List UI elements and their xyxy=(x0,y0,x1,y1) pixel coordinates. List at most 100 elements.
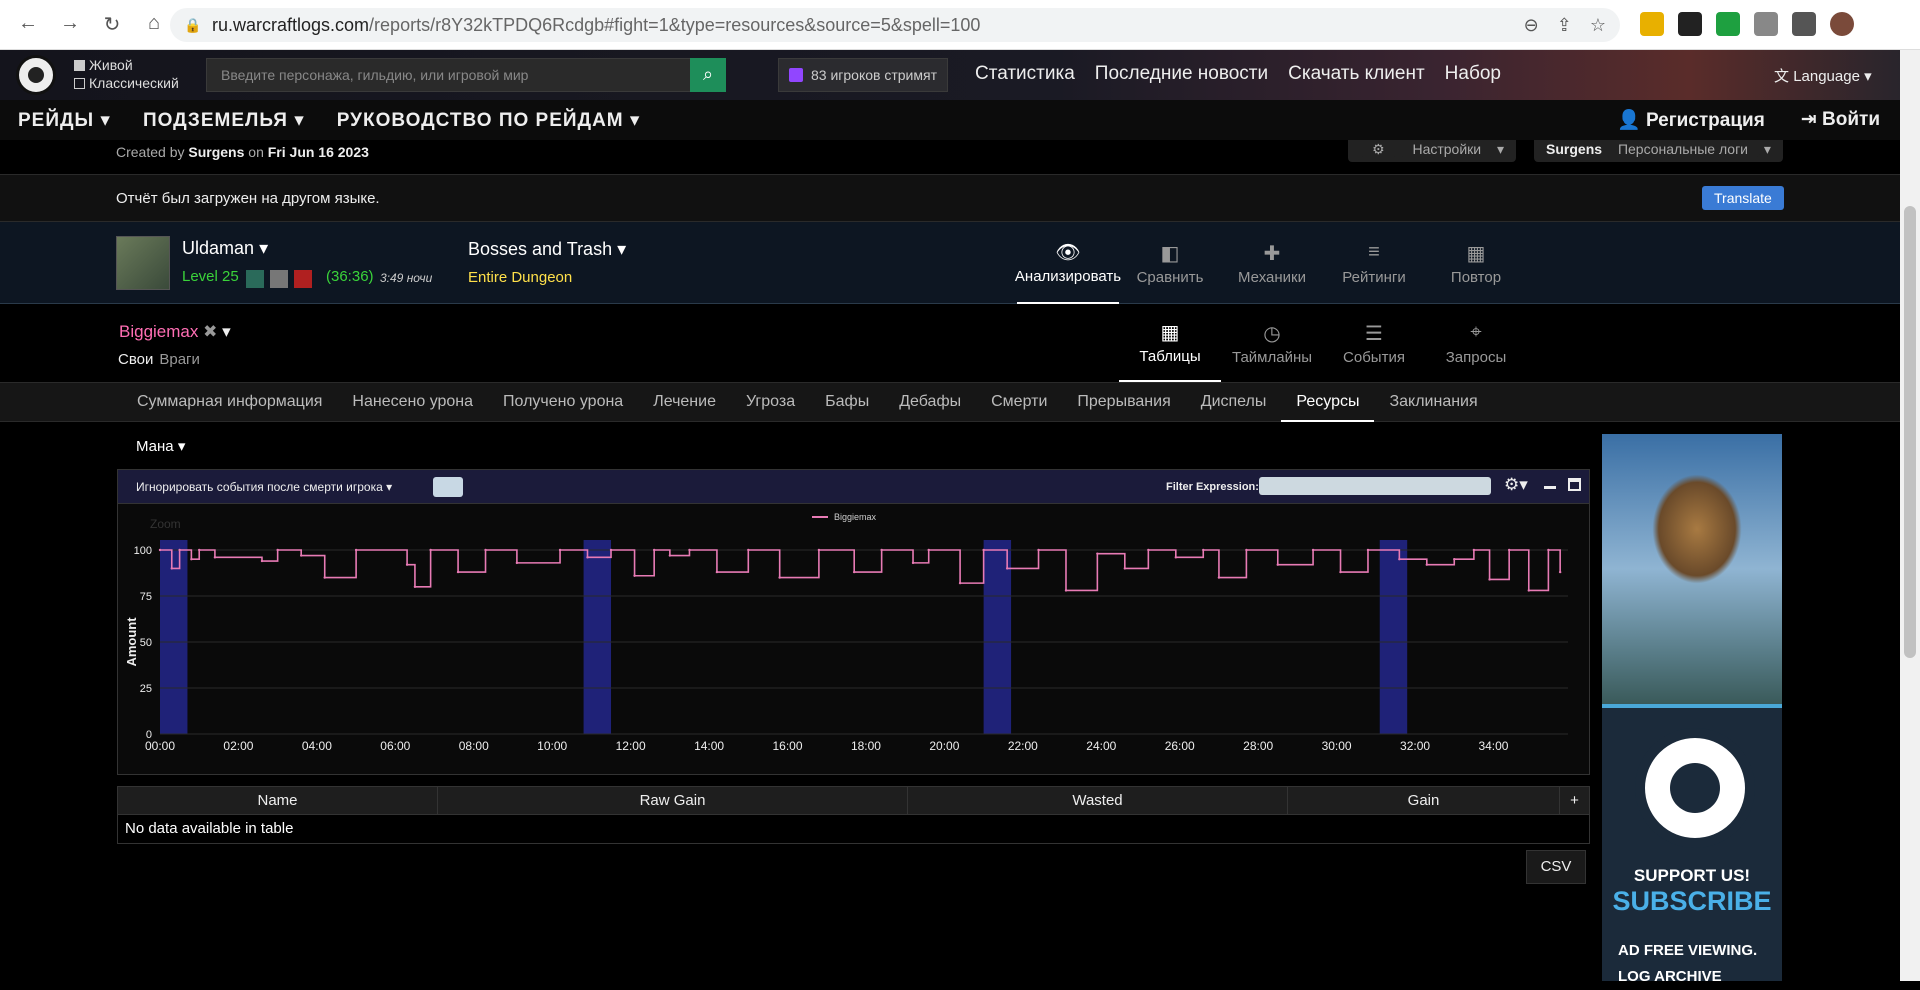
twitch-icon xyxy=(789,68,803,82)
notice-text: Отчёт был загружен на другом языке. xyxy=(116,190,380,207)
data-point xyxy=(1398,558,1401,561)
maximize-icon[interactable] xyxy=(1568,478,1581,491)
mode-classic-option[interactable]: Классический xyxy=(74,74,179,92)
data-point xyxy=(982,548,985,552)
subtab-buffs[interactable]: Бафы xyxy=(810,382,884,422)
ad-banner[interactable]: SUPPORT US! SUBSCRIBE AD FREE VIEWING. LO… xyxy=(1602,434,1782,985)
affix-icon[interactable] xyxy=(294,270,312,288)
mana-line-chart[interactable]: 025507510000:00 02:00 04:00 06:00 08:00 10:00… xyxy=(118,504,1589,774)
subtab-threat[interactable]: Угроза xyxy=(731,382,810,422)
enemies-option[interactable]: Враги xyxy=(159,351,200,368)
gear-icon[interactable]: ⚙▾ xyxy=(1504,475,1528,495)
table-header: Name Raw Gain Wasted Gain + xyxy=(118,787,1589,815)
forward-icon[interactable]: → xyxy=(56,12,84,37)
tab-events[interactable]: ☰ События xyxy=(1323,304,1425,382)
search-input[interactable]: Введите персонажа, гильдию, или игровой … xyxy=(206,58,726,92)
home-icon[interactable]: ⌂ xyxy=(140,12,168,37)
time-of-day: 3:49 ночи xyxy=(380,271,433,285)
col-name[interactable]: Name xyxy=(118,787,438,814)
col-gain[interactable]: Gain xyxy=(1288,787,1560,814)
extensions-puzzle-icon[interactable] xyxy=(1754,12,1778,36)
warcraftlogs-logo[interactable] xyxy=(16,55,56,95)
streams-button[interactable]: 83 игроков стримят xyxy=(778,58,948,92)
extension-flag-icon[interactable] xyxy=(1640,12,1664,36)
profile-avatar[interactable] xyxy=(1830,12,1854,36)
link-download-client[interactable]: Скачать клиент xyxy=(1288,63,1425,85)
link-recruitment[interactable]: Набор xyxy=(1445,63,1501,85)
tab-mechanics[interactable]: ✚ Механики xyxy=(1221,222,1323,304)
minimize-icon[interactable] xyxy=(1544,486,1556,489)
tab-analyze[interactable]: 👁 Анализировать xyxy=(1015,222,1121,304)
back-icon[interactable]: ← xyxy=(14,12,42,37)
col-wasted[interactable]: Wasted xyxy=(908,787,1288,814)
translate-button[interactable]: Translate xyxy=(1702,186,1784,210)
fight-dropdown[interactable]: Bosses and Trash ▾ xyxy=(468,239,626,260)
affix-icon[interactable] xyxy=(246,270,264,288)
language-selector[interactable]: 文 Language ▾ xyxy=(1774,65,1872,86)
owner-dropdown[interactable]: Surgens Персональные логи ▾ xyxy=(1534,140,1783,162)
nav-raid-guide[interactable]: РУКОВОДСТВО ПО РЕЙДАМ ▾ xyxy=(337,109,641,132)
legend-label: Biggiemax xyxy=(834,512,877,522)
bookmark-star-icon[interactable]: ☆ xyxy=(1590,15,1606,36)
caret-down-icon: ▾ xyxy=(294,109,305,131)
clock-icon: ◷ xyxy=(1263,322,1281,345)
report-author[interactable]: Surgens xyxy=(188,144,244,160)
caret-down-icon: ▾ xyxy=(222,322,231,341)
col-raw-gain[interactable]: Raw Gain xyxy=(438,787,908,814)
tab-rankings[interactable]: ≡ Рейтинги xyxy=(1323,222,1425,304)
address-bar[interactable]: 🔒 ru.warcraftlogs.com/reports/r8Y32kTPDQ… xyxy=(170,8,1620,42)
tab-compare[interactable]: ◧ Сравнить xyxy=(1119,222,1221,304)
subtab-casts[interactable]: Заклинания xyxy=(1374,382,1492,422)
data-point xyxy=(484,548,487,552)
ignore-after-death-dropdown[interactable]: Игнорировать события после смерти игрока… xyxy=(136,480,392,494)
sidepanel-icon[interactable] xyxy=(1792,12,1816,36)
subtab-resources[interactable]: Ресурсы xyxy=(1281,382,1375,422)
subtab-interrupts[interactable]: Прерывания xyxy=(1062,382,1185,422)
search-button[interactable]: ⌕ xyxy=(690,58,726,92)
add-column-button[interactable]: + xyxy=(1560,787,1589,814)
csv-export-button[interactable]: CSV xyxy=(1526,850,1586,884)
filter-expression-input[interactable] xyxy=(1259,477,1491,495)
settings-dropdown[interactable]: ⚙ Настройки ▾ xyxy=(1348,140,1517,162)
nav-raids[interactable]: РЕЙДЫ ▾ xyxy=(18,109,111,132)
subtab-debuffs[interactable]: Дебафы xyxy=(884,382,976,422)
close-icon[interactable]: ✖ xyxy=(203,322,217,341)
scrollbar-thumb[interactable] xyxy=(1904,206,1916,658)
subtab-summary[interactable]: Суммарная информация xyxy=(122,382,337,422)
zone-dropdown[interactable]: Uldaman ▾ xyxy=(182,238,268,259)
x-tick-label: 28:00 xyxy=(1243,739,1273,753)
affix-icon[interactable] xyxy=(270,270,288,288)
player-dropdown[interactable]: Biggiemax ✖ ▾ xyxy=(119,322,231,342)
share-icon[interactable]: ⇪ xyxy=(1557,15,1572,36)
tab-replay[interactable]: ▦ Повтор xyxy=(1425,222,1527,304)
tab-timelines[interactable]: ◷ Таймлайны xyxy=(1221,304,1323,382)
login-link[interactable]: ⇥ Войти xyxy=(1801,108,1880,132)
subtab-healing[interactable]: Лечение xyxy=(638,382,731,422)
mode-live-option[interactable]: Живой xyxy=(74,56,179,74)
page-scrollbar[interactable] xyxy=(1900,50,1920,981)
login-icon: ⇥ xyxy=(1800,109,1817,130)
subtab-damage-done[interactable]: Нанесено урона xyxy=(337,382,488,422)
tab-tables[interactable]: ▦ Таблицы xyxy=(1119,304,1221,382)
zoom-icon[interactable]: ⊖ xyxy=(1524,15,1539,36)
url-path: /reports/r8Y32kTPDQ6Rcdgb#fight=1&type=r… xyxy=(369,14,981,35)
reload-icon[interactable]: ↻ xyxy=(98,12,126,37)
friendly-option[interactable]: Свои xyxy=(118,351,153,368)
fight-scope[interactable]: Entire Dungeon xyxy=(468,269,572,286)
warcraftlogs-ad-logo xyxy=(1635,728,1755,848)
link-statistics[interactable]: Статистика xyxy=(975,63,1075,85)
eye-icon: 👁 xyxy=(1055,241,1081,264)
resource-type-dropdown[interactable]: Мана ▾ xyxy=(136,437,185,455)
chart-area[interactable]: 0 25 50 75 100 00:00 02:00 04:00 06:00 08:00 10:00… xyxy=(118,504,1589,774)
subtab-damage-taken[interactable]: Получено урона xyxy=(488,382,638,422)
subtab-deaths[interactable]: Смерти xyxy=(976,382,1062,422)
subtab-dispels[interactable]: Диспелы xyxy=(1186,382,1282,422)
link-news[interactable]: Последние новости xyxy=(1095,63,1268,85)
nav-dungeons[interactable]: ПОДЗЕМЕЛЬЯ ▾ xyxy=(143,109,305,132)
extension-download-icon[interactable] xyxy=(1716,12,1740,36)
ignore-toggle[interactable] xyxy=(433,477,463,497)
register-link[interactable]: 👤 Регистрация xyxy=(1617,108,1765,132)
extension-k-icon[interactable] xyxy=(1678,12,1702,36)
tab-queries[interactable]: ⌖ Запросы xyxy=(1425,304,1527,382)
data-point xyxy=(911,561,915,565)
